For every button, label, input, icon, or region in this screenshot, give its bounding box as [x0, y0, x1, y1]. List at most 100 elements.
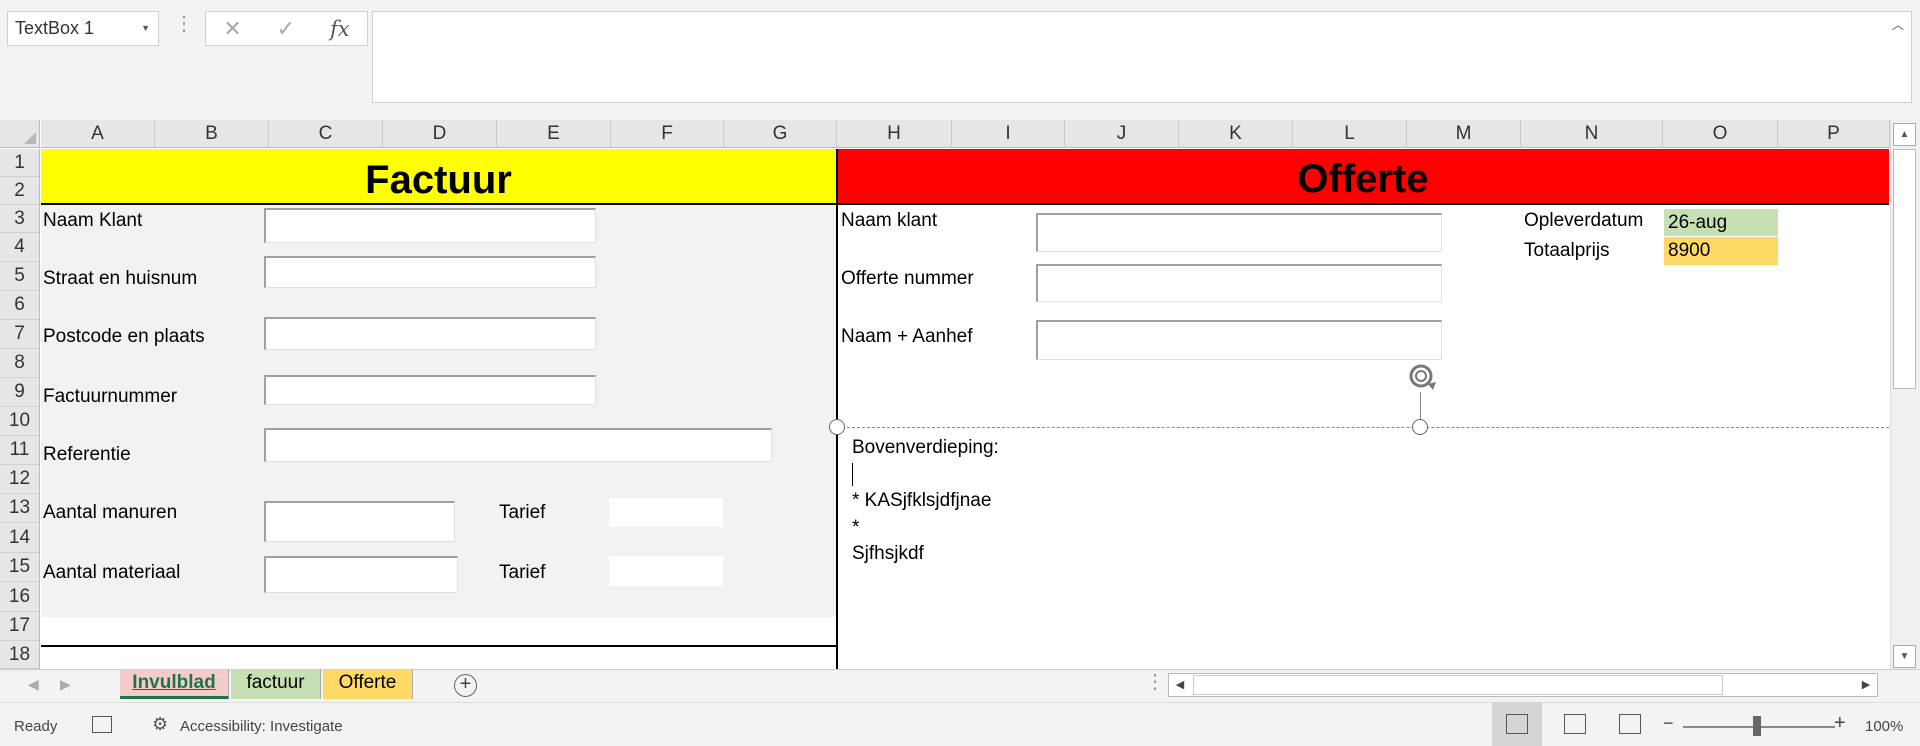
label-aantal-manuren: Aantal manuren [43, 502, 178, 523]
select-all-corner[interactable] [0, 120, 40, 148]
row-header-17[interactable]: 17 [0, 612, 40, 641]
tab-factuur[interactable]: factuur [231, 669, 321, 699]
referentie-input[interactable] [264, 428, 772, 462]
column-header-p[interactable]: P [1778, 120, 1890, 148]
scroll-right-icon[interactable]: ▶ [1855, 674, 1877, 696]
column-header-e[interactable]: E [497, 120, 611, 148]
label-naam-aanhef: Naam + Aanhef [841, 326, 973, 347]
horizontal-scroll-thumb[interactable] [1193, 675, 1723, 695]
label-factuurnummer: Factuurnummer [43, 386, 178, 407]
page-break-preview-icon[interactable] [1619, 714, 1641, 734]
totaalprijs-cell[interactable]: 8900 [1664, 237, 1778, 265]
naam-klant-input[interactable] [264, 208, 596, 243]
x-icon[interactable]: ✕ [223, 16, 241, 42]
zoom-slider-thumb[interactable] [1753, 716, 1761, 736]
opleverdatum-cell[interactable]: 26-aug [1664, 209, 1778, 236]
row-header-13[interactable]: 13 [0, 494, 40, 523]
zoom-out-icon[interactable]: − [1663, 713, 1674, 734]
row-header-1[interactable]: 1 [0, 149, 40, 177]
row-header-4[interactable]: 4 [0, 233, 40, 262]
label-naam-klant-offerte: Naam klant [841, 210, 938, 231]
scroll-left-icon[interactable]: ◀ [1169, 674, 1191, 696]
label-aantal-materiaal: Aantal materiaal [43, 562, 181, 583]
row-header-15[interactable]: 15 [0, 553, 40, 582]
row-header-5[interactable]: 5 [0, 262, 40, 291]
column-header-c[interactable]: C [269, 120, 383, 148]
scroll-down-icon[interactable]: ▼ [1893, 645, 1916, 668]
textbox-line-4: * [852, 516, 860, 538]
normal-view-button[interactable] [1492, 702, 1542, 746]
row-header-9[interactable]: 9 [0, 378, 40, 407]
tarief-1-input[interactable] [609, 498, 723, 527]
postcode-input[interactable] [264, 317, 596, 350]
offerte-title[interactable]: Offerte [837, 149, 1889, 205]
column-header-i[interactable]: I [952, 120, 1065, 148]
column-header-h[interactable]: H [837, 120, 952, 148]
textbox-line-1: Bovenverdieping: [852, 437, 999, 458]
textbox-content[interactable]: Bovenverdieping: * KASjfklsjdfjnae * Sjf… [852, 435, 999, 568]
column-header-l[interactable]: L [1293, 120, 1407, 148]
row-header-11[interactable]: 11 [0, 436, 40, 465]
column-header-b[interactable]: B [155, 120, 269, 148]
factuur-title[interactable]: Factuur [41, 149, 836, 205]
column-header-o[interactable]: O [1663, 120, 1778, 148]
add-sheet-icon[interactable]: + [454, 674, 477, 697]
row-header-3[interactable]: 3 [0, 205, 40, 233]
collapse-formula-bar-icon[interactable]: ︿ [1892, 16, 1904, 33]
column-header-n[interactable]: N [1521, 120, 1663, 148]
macro-recording-icon[interactable] [92, 716, 112, 733]
column-header-g[interactable]: G [724, 120, 837, 148]
factuurnummer-input[interactable] [264, 375, 596, 405]
name-box[interactable]: TextBox 1 ▼ [7, 11, 159, 46]
tarief-2-input[interactable] [609, 556, 723, 586]
column-header-f[interactable]: F [611, 120, 724, 148]
row-header-6[interactable]: 6 [0, 291, 40, 320]
tab-offerte[interactable]: Offerte [323, 669, 413, 699]
accessibility-status[interactable]: Accessibility: Investigate [180, 718, 343, 735]
fx-icon[interactable]: fx [330, 17, 350, 41]
label-referentie: Referentie [43, 444, 131, 465]
row-header-10[interactable]: 10 [0, 407, 40, 436]
row-header-16[interactable]: 16 [0, 582, 40, 612]
vertical-scroll-thumb[interactable] [1893, 149, 1916, 389]
formula-input[interactable] [372, 11, 1912, 103]
row-header-8[interactable]: 8 [0, 349, 40, 378]
name-box-value: TextBox 1 [15, 18, 95, 38]
column-header-d[interactable]: D [383, 120, 497, 148]
naam-aanhef-input[interactable] [1036, 320, 1442, 360]
row-header-18[interactable]: 18 [0, 641, 40, 669]
row-header-14[interactable]: 14 [0, 523, 40, 553]
scroll-up-icon[interactable]: ▲ [1893, 123, 1916, 146]
more-options-icon[interactable]: ⋮ [174, 14, 194, 34]
chevron-down-icon[interactable]: ▼ [141, 12, 150, 45]
check-icon[interactable]: ✓ [277, 16, 295, 42]
status-ready: Ready [14, 718, 58, 735]
aantal-materiaal-input[interactable] [264, 556, 458, 593]
column-header-k[interactable]: K [1179, 120, 1293, 148]
column-header-m[interactable]: M [1407, 120, 1521, 148]
resize-handle-left[interactable] [829, 419, 845, 435]
tab-split-handle-icon[interactable]: ⋮ [1145, 672, 1165, 692]
accessibility-icon[interactable]: ⚙ [152, 714, 168, 735]
rotate-handle-icon[interactable] [1406, 360, 1438, 392]
text-caret [852, 462, 853, 486]
zoom-in-icon[interactable]: + [1834, 712, 1846, 735]
offerte-nummer-input[interactable] [1036, 264, 1442, 302]
prev-sheet-icon[interactable]: ◀ [28, 676, 39, 693]
row-header-2[interactable]: 2 [0, 177, 40, 205]
next-sheet-icon[interactable]: ▶ [60, 676, 71, 693]
column-header-a[interactable]: A [41, 120, 155, 148]
resize-handle-top[interactable] [1412, 419, 1428, 435]
tab-invulblad[interactable]: Invulblad [120, 669, 229, 699]
column-header-j[interactable]: J [1065, 120, 1179, 148]
page-layout-icon[interactable] [1564, 714, 1586, 734]
naam-klant-offerte-input[interactable] [1036, 213, 1442, 252]
label-opleverdatum: Opleverdatum [1524, 210, 1644, 231]
aantal-manuren-input[interactable] [264, 501, 455, 542]
textbox-line-2 [852, 462, 999, 489]
row-header-7[interactable]: 7 [0, 320, 40, 349]
row-header-12[interactable]: 12 [0, 465, 40, 494]
label-tarief-2: Tarief [499, 562, 546, 583]
zoom-level[interactable]: 100% [1865, 718, 1903, 735]
straat-input[interactable] [264, 256, 596, 288]
